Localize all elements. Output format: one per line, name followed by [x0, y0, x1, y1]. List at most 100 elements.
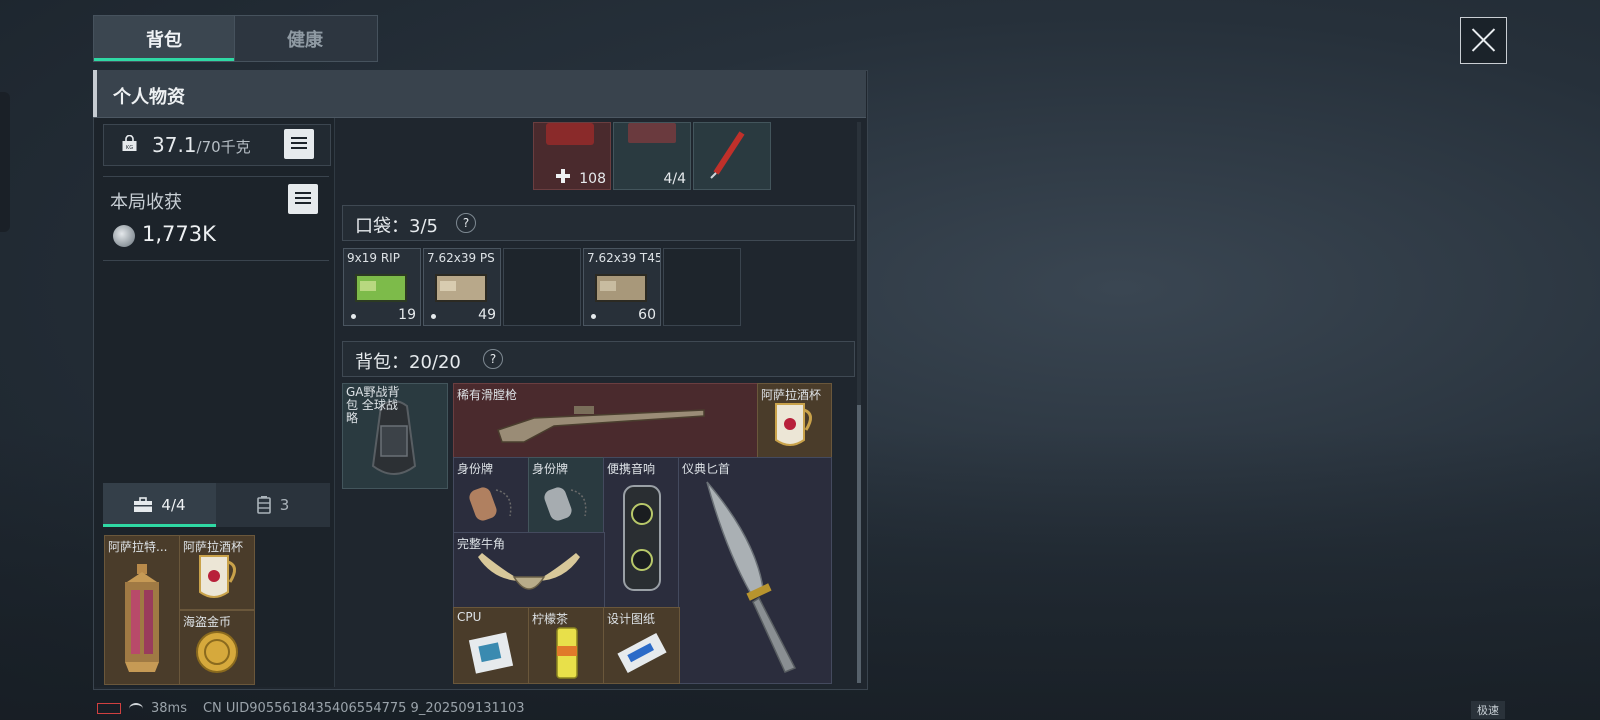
close-button[interactable]	[1460, 17, 1507, 64]
item-name: 设计图纸	[607, 612, 656, 626]
wifi-icon	[129, 702, 143, 715]
armor-plate-icon	[628, 123, 676, 143]
item-slot[interactable]	[693, 122, 771, 190]
item-name: 身份牌	[532, 462, 569, 476]
coin-icon	[113, 225, 135, 247]
briefcase-icon	[134, 497, 153, 512]
secure-case-count: 4/4	[161, 496, 186, 514]
harvest-list-button[interactable]	[288, 184, 318, 214]
ammo-box-icon	[435, 274, 487, 302]
ammo-slot[interactable]: 9x19 RIP 19	[343, 248, 421, 326]
weight-list-button[interactable]	[284, 129, 314, 159]
item-name: 身份牌	[457, 462, 494, 476]
ping-value: 38ms	[151, 701, 187, 716]
plus-icon	[556, 169, 570, 183]
tab-backpack[interactable]: 背包	[94, 16, 234, 61]
ammo-name: 9x19 RIP	[347, 251, 400, 265]
item-slot[interactable]: 便携音响	[603, 457, 680, 609]
blueprint-icon	[617, 632, 667, 674]
dagger-icon	[706, 481, 797, 673]
weight-value: 37.1/70千克	[152, 133, 251, 157]
item-slot[interactable]: CPU	[453, 607, 530, 684]
battery-icon	[97, 703, 121, 714]
goblet-icon	[199, 555, 236, 598]
header-accent-bar	[93, 70, 97, 117]
weight-box: KG 37.1/70千克	[103, 124, 331, 166]
item-name: 阿萨拉特...	[108, 540, 168, 554]
item-slot[interactable]: 设计图纸	[603, 607, 680, 684]
item-slot[interactable]: 海盗金币	[179, 610, 255, 685]
storage-tabs: 4/4 3	[103, 483, 330, 527]
scrollbar-thumb[interactable]	[857, 405, 861, 683]
speaker-icon	[623, 485, 661, 591]
container-count: 3	[279, 496, 290, 514]
item-name: CPU	[457, 610, 482, 624]
weight-max: /70千克	[196, 138, 251, 156]
svg-text:KG: KG	[126, 145, 133, 151]
equipped-backpack-slot[interactable]: GA野战背包 全球战略	[342, 383, 448, 489]
divider	[103, 176, 329, 177]
backpack-label: 背包：20/20	[355, 352, 461, 373]
side-handle[interactable]	[0, 92, 10, 232]
gold-coin-icon	[196, 631, 238, 673]
lantern-icon	[125, 564, 159, 672]
panel-title: 个人物资	[113, 87, 185, 108]
cpu-icon	[468, 632, 514, 674]
ammo-dot	[351, 314, 356, 319]
item-slot[interactable]: 阿萨拉酒杯	[757, 383, 832, 459]
help-icon[interactable]: ?	[456, 213, 476, 233]
backpack-header: 背包：20/20 ?	[342, 341, 855, 377]
ammo-dot	[591, 314, 596, 319]
item-slot[interactable]: 阿萨拉酒杯	[179, 535, 255, 610]
panel-header: 个人物资	[93, 70, 866, 118]
lemon-tea-can-icon	[556, 627, 578, 679]
ammo-count: 49	[478, 307, 496, 323]
harvest-label: 本局收获	[110, 192, 182, 213]
item-name: 仪典匕首	[682, 462, 731, 476]
syringe-icon	[710, 131, 745, 179]
empty-pocket-slot[interactable]	[663, 248, 741, 326]
top-tabs: 背包 健康	[93, 15, 378, 62]
musket-icon	[497, 406, 705, 443]
tab-secure-case[interactable]: 4/4	[103, 483, 216, 527]
pocket-header: 口袋：3/5 ?	[342, 205, 855, 241]
item-name: 稀有滑膛枪	[457, 388, 518, 402]
ammo-name: 7.62x39 T45M	[587, 251, 660, 265]
item-name: 完整牛角	[457, 537, 506, 551]
item-slot[interactable]: 身份牌	[453, 457, 530, 534]
weight-icon: KG	[122, 135, 137, 151]
item-slot[interactable]: 仪典匕首	[678, 457, 832, 684]
dogtag-icon	[469, 487, 512, 521]
item-slot[interactable]: 完整牛角	[453, 532, 605, 609]
canister-icon	[256, 496, 271, 514]
pocket-label: 口袋：3/5	[355, 216, 438, 237]
item-count: 4/4	[663, 171, 686, 187]
ammo-box-icon	[595, 274, 647, 302]
tab-health[interactable]: 健康	[234, 16, 375, 61]
item-slot[interactable]: 4/4	[613, 122, 691, 190]
item-name: 便携音响	[607, 462, 656, 476]
item-name: 海盗金币	[183, 615, 232, 629]
item-slot[interactable]: 108	[533, 122, 611, 190]
speed-badge: 极速	[1471, 701, 1505, 719]
uid-text: CN UID9055618435406554775 9_202509131103	[202, 701, 525, 716]
item-name: 阿萨拉酒杯	[183, 540, 244, 554]
weight-current: 37.1	[152, 133, 197, 157]
help-icon[interactable]: ?	[483, 349, 503, 369]
empty-pocket-slot[interactable]	[503, 248, 581, 326]
item-name: 阿萨拉酒杯	[761, 388, 822, 402]
ammo-slot[interactable]: 7.62x39 T45M 60	[583, 248, 661, 326]
item-slot[interactable]: 阿萨拉特...	[104, 535, 180, 685]
horn-icon	[478, 553, 580, 590]
tab-container[interactable]: 3	[216, 483, 329, 527]
ammo-dot	[431, 314, 436, 319]
item-slot[interactable]: 稀有滑膛枪	[453, 383, 759, 459]
ammo-count: 60	[638, 307, 656, 323]
ammo-box-icon	[355, 274, 407, 302]
item-slot[interactable]: 身份牌	[528, 457, 605, 534]
harvest-value: 1,773K	[142, 222, 216, 246]
ammo-slot[interactable]: 7.62x39 PS 49	[423, 248, 501, 326]
status-bar: 38ms CN UID9055618435406554775 9_2025091…	[97, 701, 525, 716]
item-name: 柠檬茶	[532, 612, 569, 626]
item-slot[interactable]: 柠檬茶	[528, 607, 605, 684]
